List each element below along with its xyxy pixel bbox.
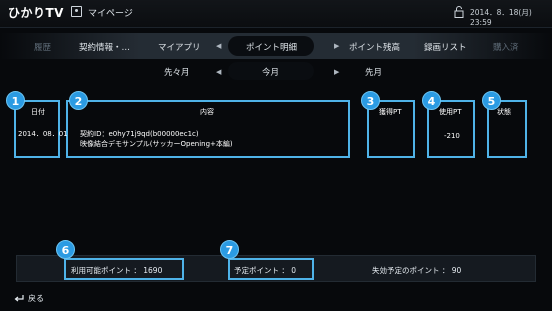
nav-item-purchased[interactable]: 購入済	[493, 41, 519, 53]
row-content-title: 映像結合デモサンプル(サッカーOpening+本編)	[80, 140, 233, 148]
nav-item-history[interactable]: 履歴	[34, 41, 51, 53]
page-title: マイページ	[88, 9, 133, 19]
nav-item-myapps[interactable]: マイアプリ	[158, 41, 201, 53]
status-header: 状態	[497, 108, 511, 116]
clock-datetime: 2014．8．18(月) 23:59	[470, 8, 532, 27]
unlock-icon	[454, 6, 464, 18]
nav-item-contract[interactable]: 契約情報・…	[79, 41, 130, 53]
callout-badge-2: 2	[69, 91, 88, 110]
mypage-icon	[71, 6, 82, 17]
used-header: 使用PT	[439, 108, 462, 116]
callout-badge-5: 5	[482, 91, 501, 110]
row-used-points: -210	[444, 132, 460, 140]
callout-badge-7: 7	[220, 240, 239, 259]
subtab-two-months-ago[interactable]: 先々月	[164, 66, 190, 78]
subtab-left-arrow-icon[interactable]: ◀	[216, 68, 221, 76]
nav-item-point-balance[interactable]: ポイント残高	[349, 41, 400, 53]
nav-left-arrow-icon[interactable]: ◀	[216, 42, 221, 50]
row-content-contract: 契約ID：e0hy71j9qd(b00000ec1c)	[80, 130, 199, 138]
expiring-points: 失効予定のポイント ： 90	[372, 266, 462, 275]
row-date: 2014．08．01	[18, 130, 68, 138]
nav-item-point-details[interactable]: ポイント明細	[246, 41, 297, 53]
date-header: 日付	[31, 108, 45, 116]
earned-header: 獲得PT	[379, 108, 402, 116]
nav-right-arrow-icon[interactable]: ▶	[334, 42, 339, 50]
subtab-this-month[interactable]: 今月	[262, 66, 279, 78]
nav-item-recordings[interactable]: 録画リスト	[424, 41, 467, 53]
subtab-last-month[interactable]: 先月	[365, 66, 382, 78]
back-button[interactable]: 戻る	[28, 293, 44, 304]
subtab-right-arrow-icon[interactable]: ▶	[334, 68, 339, 76]
content-header: 内容	[200, 108, 214, 116]
callout-badge-1: 1	[6, 91, 25, 110]
callout-badge-3: 3	[361, 91, 380, 110]
available-points: 利用可能ポイント ： 1690	[71, 266, 163, 275]
back-icon[interactable]	[14, 294, 24, 302]
app-logo: ひかりTV	[8, 6, 64, 20]
callout-badge-6: 6	[56, 240, 75, 259]
scheduled-points: 予定ポイント ： 0	[234, 266, 297, 275]
callout-badge-4: 4	[422, 91, 441, 110]
